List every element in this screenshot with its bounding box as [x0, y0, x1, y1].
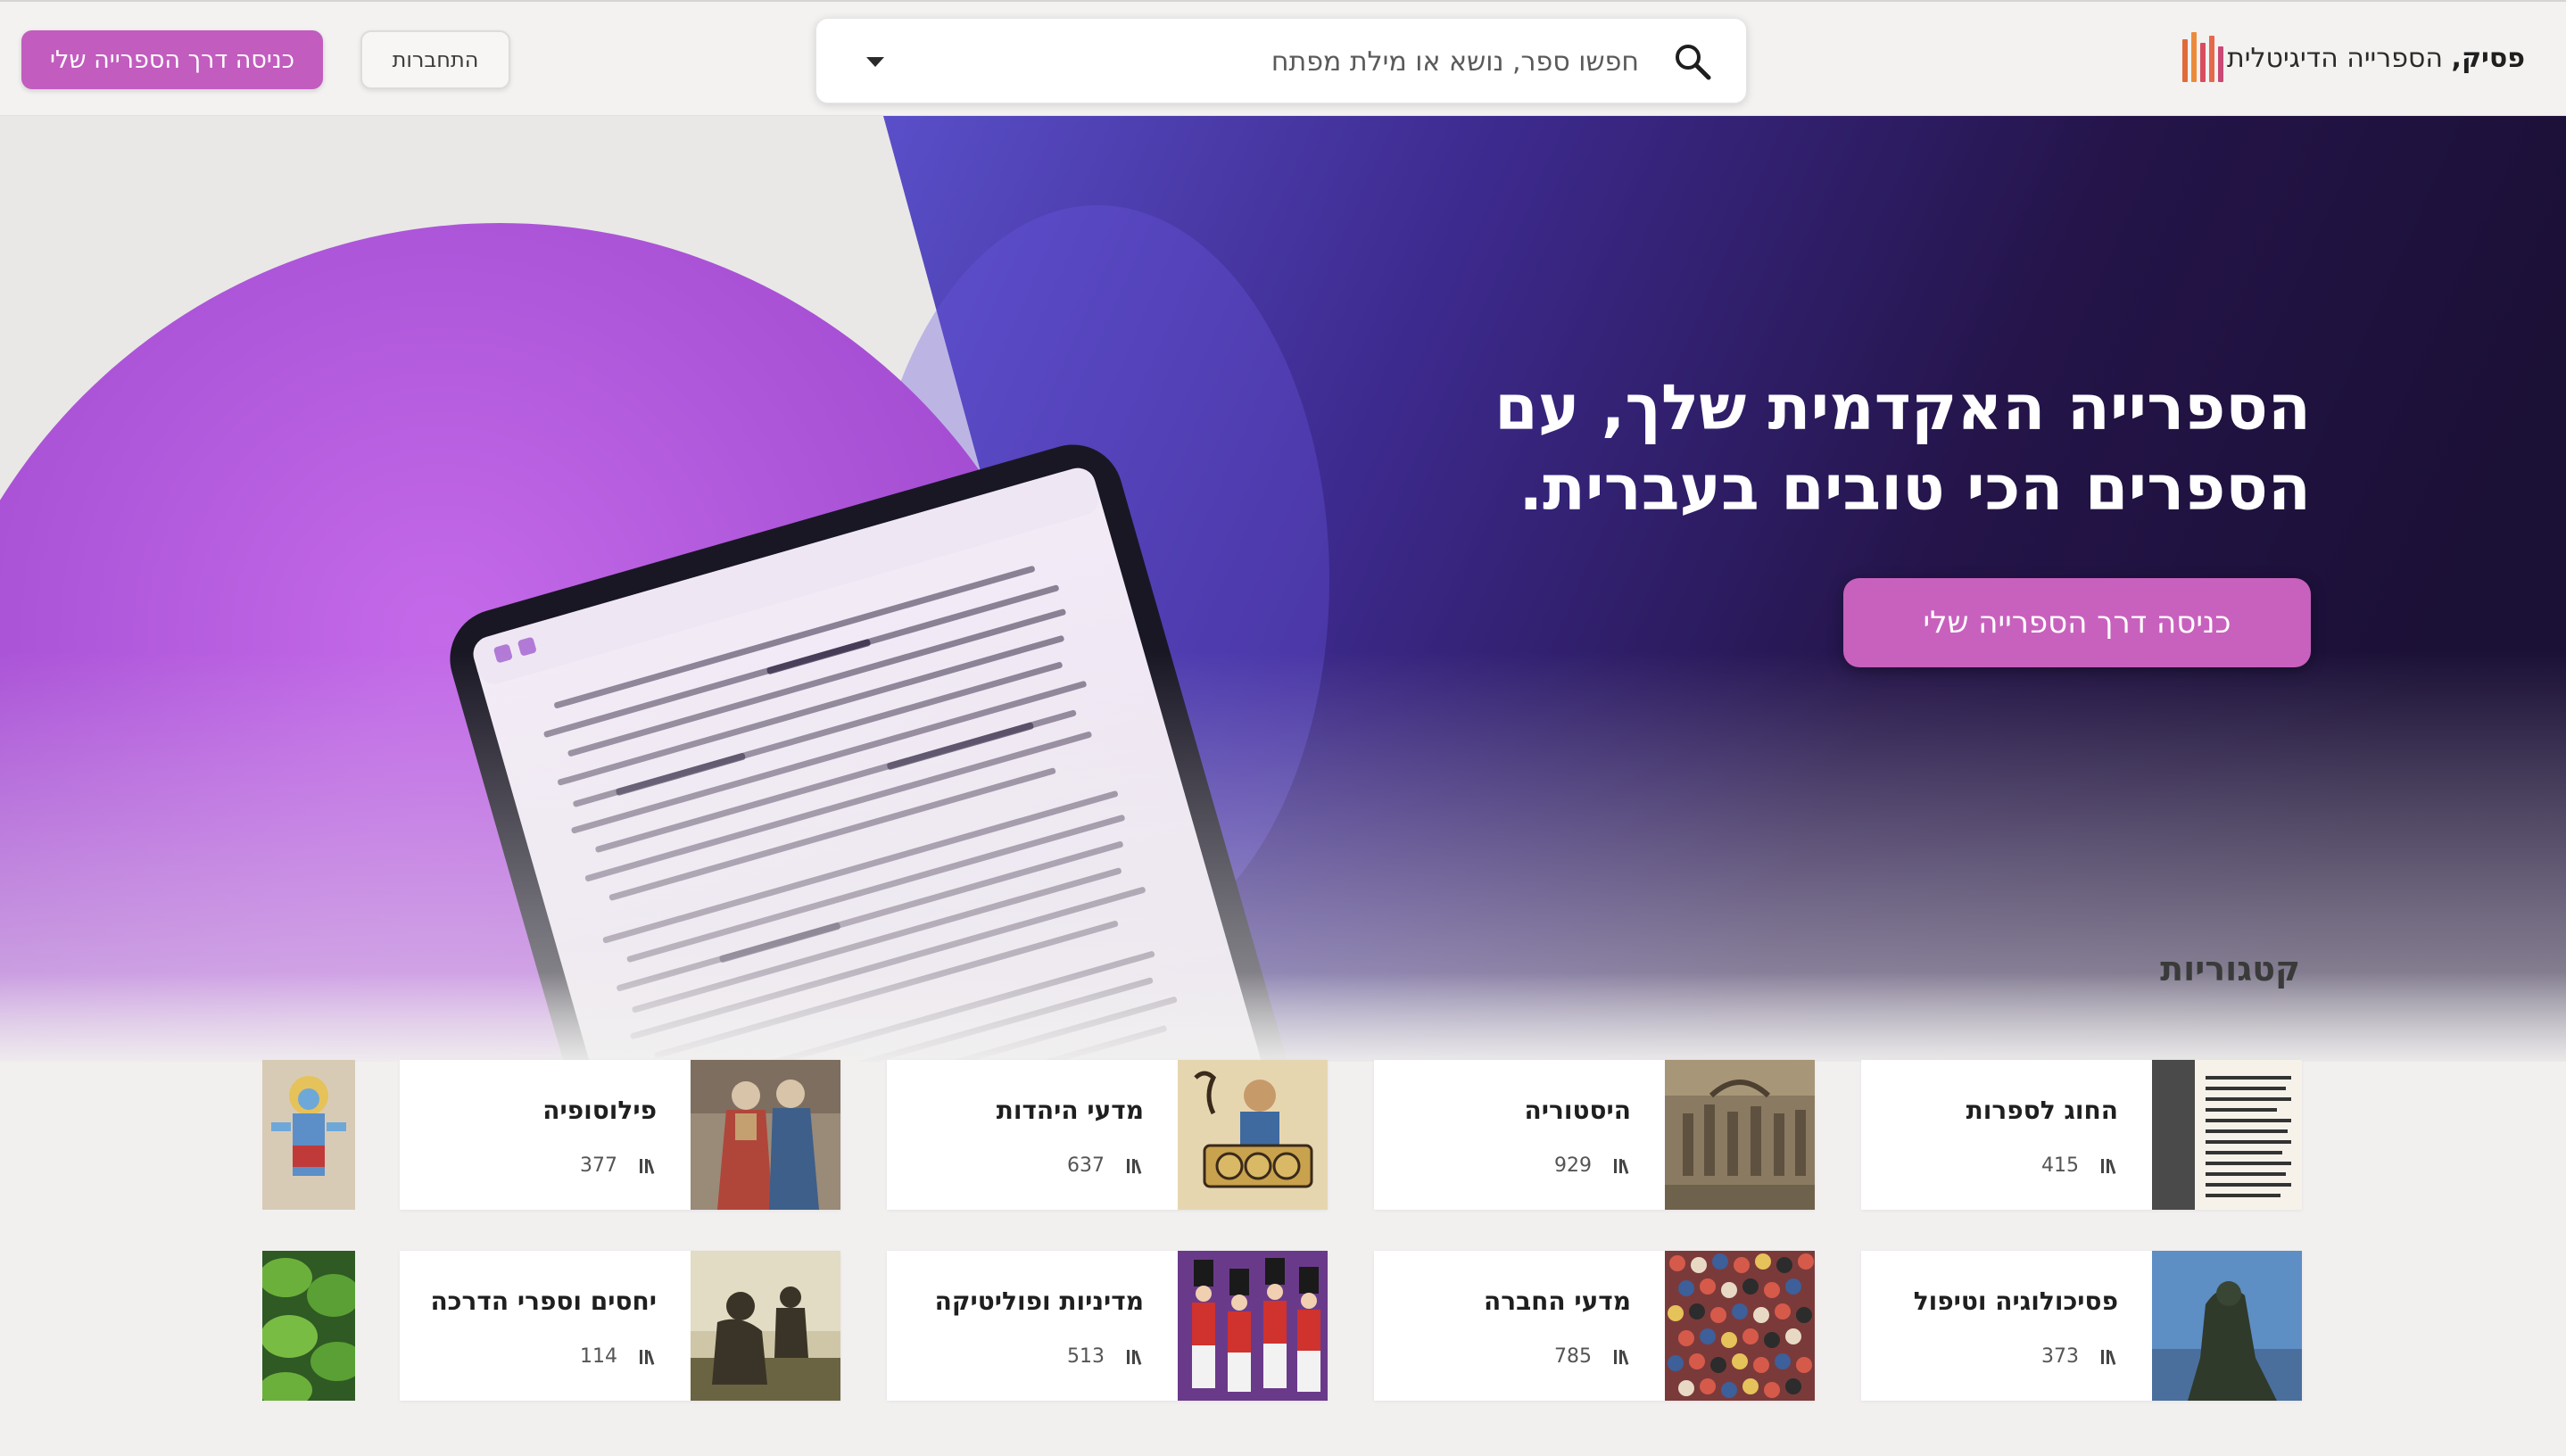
thinker-thumb-icon — [2152, 1251, 2302, 1401]
category-count: 114 — [580, 1345, 657, 1368]
category-card-history[interactable]: היסטוריה 929 — [1374, 1060, 1815, 1210]
manuscript-thumb-icon — [2152, 1060, 2302, 1210]
category-title: פילוסופיה — [542, 1096, 657, 1125]
category-card-relationships[interactable]: יחסים וספרי הדרכה 114 — [400, 1251, 840, 1401]
deity-thumb-icon[interactable] — [262, 1060, 355, 1210]
login-button[interactable]: התחברות — [360, 30, 510, 89]
category-title: מדעי החברה — [1483, 1286, 1631, 1316]
category-card-philosophy[interactable]: פילוסופיה 377 — [400, 1060, 840, 1210]
chevron-down-icon[interactable] — [863, 53, 888, 70]
books-icon — [2101, 1349, 2116, 1365]
books-icon — [640, 1158, 655, 1174]
books-icon — [2101, 1158, 2116, 1174]
relief-thumb-icon — [1665, 1060, 1815, 1210]
category-card-politics[interactable]: מדיניות ופוליטיקה 513 — [887, 1251, 1328, 1401]
category-title: מדיניות ופוליטיקה — [934, 1286, 1144, 1316]
categories-grid: החוג לספרות 415 היסטוריה 929 מדעי היהדות… — [0, 116, 2566, 1456]
hero-section: הספרייה האקדמית שלך, עם הספרים הכי טובים… — [0, 116, 2566, 1456]
top-header: פסיק, הספרייה הדיגיטלית התחברות כניסה דר… — [0, 0, 2566, 116]
library-logo-icon — [2182, 32, 2224, 82]
category-count: 373 — [2041, 1345, 2118, 1368]
category-count: 637 — [1067, 1154, 1144, 1177]
library-login-button[interactable]: כניסה דרך הספרייה שלי — [21, 30, 323, 89]
category-title: פסיכולוגיה וטיפול — [1913, 1286, 2118, 1316]
category-count: 415 — [2041, 1154, 2118, 1177]
category-count: 929 — [1554, 1154, 1631, 1177]
category-card-social-sciences[interactable]: מדעי החברה 785 — [1374, 1251, 1815, 1401]
crowd-thumb-icon — [1665, 1251, 1815, 1401]
category-card-psychology[interactable]: פסיכולוגיה וטיפול 373 — [1861, 1251, 2302, 1401]
search-input[interactable] — [945, 38, 1641, 85]
soldiers-thumb-icon — [1178, 1251, 1328, 1401]
illumination-thumb-icon — [1178, 1060, 1328, 1210]
category-count: 513 — [1067, 1345, 1144, 1368]
brand[interactable]: פסיק, הספרייה הדיגיטלית — [2156, 29, 2525, 87]
category-title: יחסים וספרי הדרכה — [430, 1286, 657, 1316]
leaves-thumb-icon[interactable] — [262, 1251, 355, 1401]
category-card-literature[interactable]: החוג לספרות 415 — [1861, 1060, 2302, 1210]
category-title: מדעי היהדות — [996, 1096, 1144, 1125]
books-icon — [640, 1349, 655, 1365]
category-card-jewish-studies[interactable]: מדעי היהדות 637 — [887, 1060, 1328, 1210]
books-icon — [1127, 1158, 1142, 1174]
category-count: 377 — [580, 1154, 657, 1177]
category-title: החוג לספרות — [1966, 1096, 2118, 1125]
books-icon — [1614, 1158, 1629, 1174]
books-icon — [1614, 1349, 1629, 1365]
category-count: 785 — [1554, 1345, 1631, 1368]
books-icon — [1127, 1349, 1142, 1365]
philosophers-thumb-icon — [691, 1060, 840, 1210]
search-icon[interactable] — [1673, 42, 1712, 81]
parent-child-thumb-icon — [691, 1251, 840, 1401]
search-bar[interactable] — [815, 18, 1747, 103]
category-title: היסטוריה — [1524, 1096, 1631, 1125]
brand-name: פסיק, הספרייה הדיגיטלית — [2227, 42, 2525, 74]
